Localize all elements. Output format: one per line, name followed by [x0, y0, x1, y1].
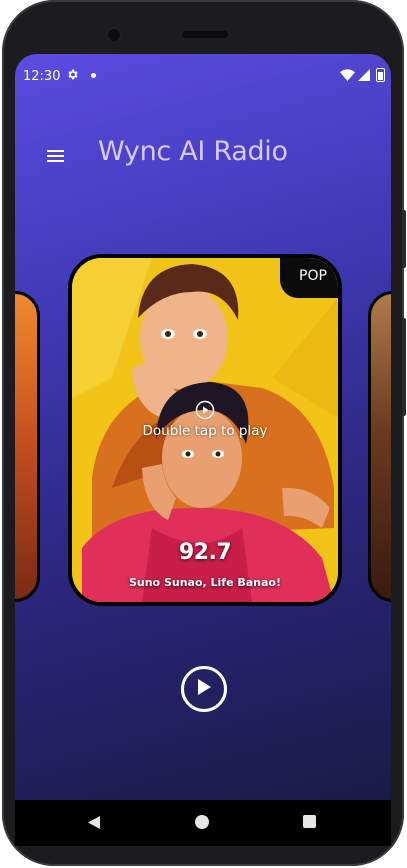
station-tagline: Suno Sunao, Life Banao!	[128, 576, 282, 589]
play-hint-text: Double tap to play	[142, 423, 268, 439]
hamburger-menu-icon[interactable]	[45, 146, 67, 166]
play-hint: Double tap to play	[72, 400, 338, 439]
station-card-next[interactable]	[368, 291, 391, 602]
back-icon[interactable]	[87, 815, 101, 830]
station-card[interactable]: POP Double tap to play 92.7 Suno Sunao, …	[68, 254, 342, 606]
play-icon	[198, 679, 211, 695]
power-button	[402, 210, 406, 268]
app-title: Wync AI Radio	[98, 136, 288, 167]
wifi-icon	[340, 69, 355, 81]
volume-button	[402, 318, 406, 416]
station-card-previous[interactable]	[15, 291, 40, 602]
battery-icon	[376, 68, 385, 82]
recents-icon[interactable]	[303, 815, 316, 828]
earpiece-speaker	[182, 31, 228, 38]
signal-icon	[358, 69, 370, 81]
gear-icon	[68, 69, 78, 80]
station-frequency: 92.7	[178, 540, 232, 565]
system-nav-bar	[15, 800, 391, 846]
app-screen: 12:30 Wync AI Radio POP Double tap to pl…	[15, 54, 391, 800]
status-time: 12:30	[23, 69, 61, 84]
front-camera	[105, 26, 123, 44]
play-circle-icon	[195, 400, 215, 420]
home-icon[interactable]	[195, 815, 209, 829]
notification-dot-icon	[91, 73, 96, 78]
status-bar: 12:30	[15, 66, 391, 86]
play-button[interactable]	[181, 666, 227, 712]
